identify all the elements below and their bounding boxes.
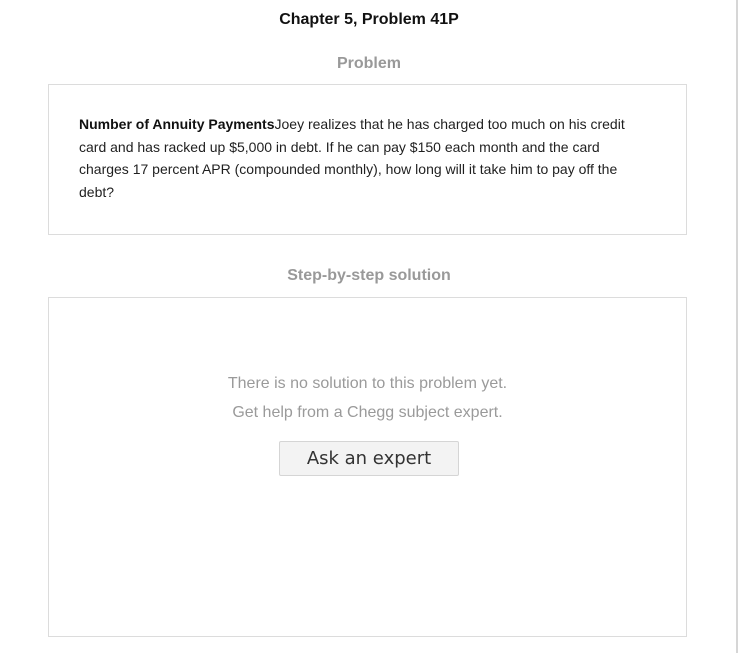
problem-title: Number of Annuity Payments: [79, 116, 275, 132]
problem-text: Number of Annuity PaymentsJoey realizes …: [79, 113, 649, 203]
problem-heading: Problem: [336, 55, 401, 72]
solution-heading: Step-by-step solution: [287, 267, 451, 284]
no-solution-message: There is no solution to this problem yet…: [227, 375, 508, 392]
expert-help-message: Get help from a Chegg subject expert.: [232, 404, 503, 421]
problem-card: Number of Annuity PaymentsJoey realizes …: [48, 84, 687, 235]
chapter-title: Chapter 5, Problem 41P: [279, 11, 459, 28]
solution-card: There is no solution to this problem yet…: [48, 297, 687, 637]
ask-expert-button[interactable]: Ask an expert: [279, 441, 459, 476]
